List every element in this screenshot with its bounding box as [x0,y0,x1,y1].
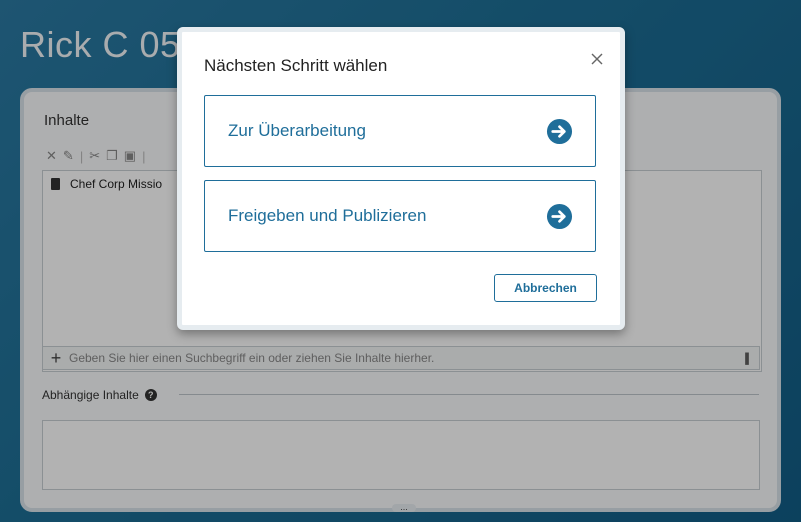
choice-label: Freigeben und Publizieren [228,206,427,225]
next-step-dialog: Nächsten Schritt wählen Zur Überarbeitun… [177,27,625,330]
choice-label: Zur Überarbeitung [228,121,366,140]
arrow-right-circle-icon [546,203,573,229]
choice-revision-button[interactable]: Zur Überarbeitung [204,95,596,167]
choice-publish-button[interactable]: Freigeben und Publizieren [204,180,596,252]
arrow-right-circle-icon [546,118,573,144]
cancel-button[interactable]: Abbrechen [494,274,597,302]
close-icon[interactable] [588,50,606,68]
dialog-title: Nächsten Schritt wählen [204,56,388,75]
